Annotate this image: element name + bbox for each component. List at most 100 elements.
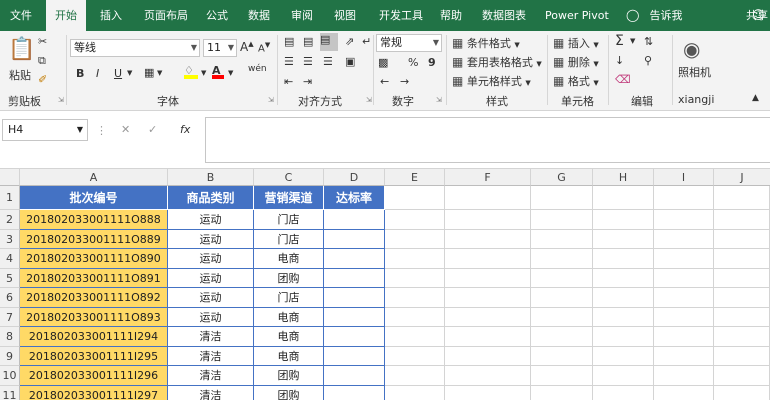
cell[interactable] xyxy=(531,307,593,327)
table-cell[interactable] xyxy=(324,229,385,249)
align-middle-icon[interactable]: ▤ xyxy=(303,35,313,48)
cell[interactable] xyxy=(654,249,714,269)
camera-button[interactable]: 照相机 xyxy=(678,64,711,80)
table-cell[interactable]: 运动 xyxy=(168,307,254,327)
cell[interactable] xyxy=(654,210,714,230)
cell[interactable] xyxy=(531,210,593,230)
table-cell[interactable]: 运动 xyxy=(168,288,254,308)
cell[interactable] xyxy=(531,288,593,308)
camera-icon[interactable]: ◉ xyxy=(683,37,700,61)
column-header-f[interactable]: F xyxy=(445,169,531,186)
cell[interactable] xyxy=(654,288,714,308)
borders-dropdown-icon[interactable]: ▼ xyxy=(157,69,162,77)
cell[interactable] xyxy=(714,249,770,269)
cell[interactable] xyxy=(385,327,445,347)
table-header-cell[interactable]: 营销渠道 xyxy=(254,186,324,210)
tab-home[interactable]: 开始 xyxy=(46,0,86,31)
cell[interactable] xyxy=(654,186,714,210)
cell[interactable] xyxy=(714,327,770,347)
row-header[interactable]: 9 xyxy=(0,346,20,366)
table-cell[interactable] xyxy=(324,288,385,308)
table-header-cell[interactable]: 批次编号 xyxy=(20,186,168,210)
cell[interactable] xyxy=(593,385,654,400)
cell[interactable] xyxy=(531,346,593,366)
align-left-icon[interactable]: ☰ xyxy=(284,55,294,68)
cell[interactable] xyxy=(714,186,770,210)
delete-cells-button[interactable]: ▦ 删除 ▼ xyxy=(553,54,599,70)
cell[interactable] xyxy=(385,288,445,308)
insert-cells-button[interactable]: ▦ 插入 ▼ xyxy=(553,35,599,51)
tab-data[interactable]: 数据 xyxy=(244,0,274,31)
table-cell[interactable]: 团购 xyxy=(254,268,324,288)
paste-icon[interactable]: 📋 xyxy=(8,37,35,62)
currency-icon[interactable]: ▩ xyxy=(378,56,388,69)
decrease-indent-icon[interactable]: ⇤ xyxy=(284,75,293,88)
column-header-d[interactable]: D xyxy=(324,169,385,186)
cut-icon[interactable]: ✂ xyxy=(38,35,47,48)
font-color-icon[interactable]: A xyxy=(212,64,224,79)
cell[interactable] xyxy=(714,268,770,288)
table-cell[interactable] xyxy=(324,268,385,288)
column-header-j[interactable]: J xyxy=(714,169,770,186)
tab-page-layout[interactable]: 页面布局 xyxy=(138,0,194,31)
cell[interactable] xyxy=(445,366,531,386)
cell[interactable] xyxy=(445,385,531,400)
cell[interactable] xyxy=(654,366,714,386)
underline-dropdown-icon[interactable]: ▼ xyxy=(127,69,132,77)
italic-button[interactable]: I xyxy=(96,67,99,80)
cell[interactable] xyxy=(593,186,654,210)
tab-file[interactable]: 文件 xyxy=(4,0,38,31)
font-name-select[interactable]: 等线 ▼ xyxy=(70,39,200,57)
cell[interactable] xyxy=(593,268,654,288)
cell[interactable] xyxy=(654,229,714,249)
cell[interactable] xyxy=(531,249,593,269)
table-cell[interactable]: 团购 xyxy=(254,366,324,386)
row-header[interactable]: 5 xyxy=(0,268,20,288)
cell[interactable] xyxy=(531,186,593,210)
column-header-a[interactable]: A xyxy=(20,169,168,186)
cell[interactable] xyxy=(531,385,593,400)
table-cell[interactable]: 201802033001111I295 xyxy=(20,346,168,366)
cell[interactable] xyxy=(385,385,445,400)
row-header[interactable]: 6 xyxy=(0,288,20,308)
table-header-cell[interactable]: 商品类别 xyxy=(168,186,254,210)
table-cell[interactable] xyxy=(324,346,385,366)
cell[interactable] xyxy=(445,210,531,230)
row-header[interactable]: 3 xyxy=(0,229,20,249)
cell[interactable] xyxy=(385,366,445,386)
table-cell[interactable]: 运动 xyxy=(168,249,254,269)
font-color-dropdown-icon[interactable]: ▼ xyxy=(228,69,233,77)
table-cell[interactable]: 电商 xyxy=(254,327,324,347)
table-cell[interactable]: 201802033001111O890 xyxy=(20,249,168,269)
alignment-launcher-icon[interactable]: ⇲ xyxy=(366,96,372,104)
column-header-c[interactable]: C xyxy=(254,169,324,186)
cell[interactable] xyxy=(445,249,531,269)
orientation-icon[interactable]: ⇗ xyxy=(345,35,354,48)
cell[interactable] xyxy=(445,327,531,347)
align-bottom-icon[interactable]: ▤ xyxy=(320,33,338,51)
enter-check-icon[interactable]: ✓ xyxy=(148,123,157,136)
table-cell[interactable]: 门店 xyxy=(254,229,324,249)
table-cell[interactable]: 201802033001111I294 xyxy=(20,327,168,347)
cell[interactable] xyxy=(385,186,445,210)
align-top-icon[interactable]: ▤ xyxy=(284,35,294,48)
column-header-h[interactable]: H xyxy=(593,169,654,186)
merge-center-icon[interactable]: ▣ xyxy=(345,55,355,68)
row-header[interactable]: 10 xyxy=(0,366,20,386)
table-cell[interactable]: 电商 xyxy=(254,307,324,327)
cell[interactable] xyxy=(593,307,654,327)
table-cell[interactable]: 201802033001111O892 xyxy=(20,288,168,308)
tell-me-search[interactable]: 告诉我 xyxy=(646,0,686,31)
table-cell[interactable]: 201802033001111O888 xyxy=(20,210,168,230)
table-cell[interactable] xyxy=(324,327,385,347)
cell[interactable] xyxy=(531,366,593,386)
format-cells-button[interactable]: ▦ 格式 ▼ xyxy=(553,73,599,89)
cell[interactable] xyxy=(593,366,654,386)
borders-icon[interactable]: ▦ xyxy=(144,66,154,79)
copy-icon[interactable]: ⧉ xyxy=(38,54,46,68)
table-cell[interactable] xyxy=(324,385,385,400)
cell[interactable] xyxy=(531,268,593,288)
cell[interactable] xyxy=(654,346,714,366)
cell[interactable] xyxy=(593,229,654,249)
table-cell[interactable]: 清洁 xyxy=(168,346,254,366)
